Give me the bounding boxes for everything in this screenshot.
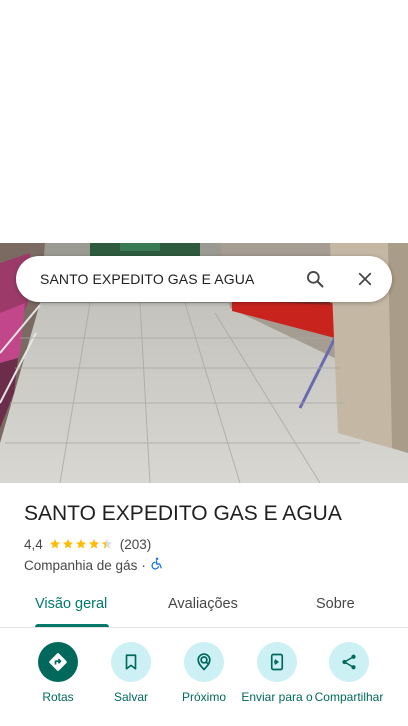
star-icon bbox=[88, 539, 99, 549]
active-tab-indicator bbox=[35, 624, 109, 627]
place-category: Companhia de gás bbox=[24, 557, 138, 573]
send-to-phone-icon[interactable] bbox=[257, 642, 297, 682]
action-bar: Rotas Salvar Próximo Enviar para o Compa… bbox=[0, 642, 408, 726]
tab-reviews[interactable]: Avaliações bbox=[168, 596, 238, 612]
category-row: Companhia de gás · bbox=[24, 557, 163, 573]
wheelchair-icon bbox=[150, 557, 163, 573]
star-icon bbox=[62, 539, 73, 549]
send-to-phone-label: Enviar para o bbox=[241, 690, 313, 704]
close-icon[interactable] bbox=[353, 267, 377, 291]
nearby-label: Próximo bbox=[181, 690, 226, 704]
send-to-phone-button[interactable]: Enviar para o bbox=[237, 642, 317, 704]
search-icon[interactable] bbox=[303, 267, 327, 291]
star-icon bbox=[75, 539, 86, 549]
share-label: Compartilhar bbox=[314, 690, 384, 704]
review-count[interactable]: (203) bbox=[120, 537, 152, 552]
nearby-button[interactable]: Próximo bbox=[164, 642, 244, 704]
rating-row[interactable]: 4,4 (203) bbox=[24, 536, 151, 552]
star-rating bbox=[49, 538, 114, 550]
save-button[interactable]: Salvar bbox=[91, 642, 171, 704]
directions-icon[interactable] bbox=[38, 642, 78, 682]
bookmark-icon[interactable] bbox=[111, 642, 151, 682]
place-title: SANTO EXPEDITO GAS E AGUA bbox=[24, 502, 342, 525]
place-details-screen: SANTO EXPEDITO GAS E AGUA SANTO EXPEDITO… bbox=[0, 0, 408, 726]
directions-label: Rotas bbox=[42, 690, 74, 704]
save-label: Salvar bbox=[113, 690, 148, 704]
share-button[interactable]: Compartilhar bbox=[309, 642, 389, 704]
separator-dot: · bbox=[141, 557, 146, 573]
share-icon[interactable] bbox=[329, 642, 369, 682]
tab-overview[interactable]: Visão geral bbox=[35, 596, 107, 612]
nearby-icon[interactable] bbox=[184, 642, 224, 682]
star-icon bbox=[101, 539, 112, 549]
tab-about[interactable]: Sobre bbox=[316, 596, 355, 612]
search-input[interactable]: SANTO EXPEDITO GAS E AGUA bbox=[40, 271, 303, 287]
directions-button[interactable]: Rotas bbox=[18, 642, 98, 704]
tab-bar: Visão geral Avaliações Sobre bbox=[0, 590, 408, 628]
star-icon bbox=[49, 539, 60, 549]
search-bar[interactable]: SANTO EXPEDITO GAS E AGUA bbox=[16, 256, 392, 302]
rating-value: 4,4 bbox=[24, 536, 43, 552]
